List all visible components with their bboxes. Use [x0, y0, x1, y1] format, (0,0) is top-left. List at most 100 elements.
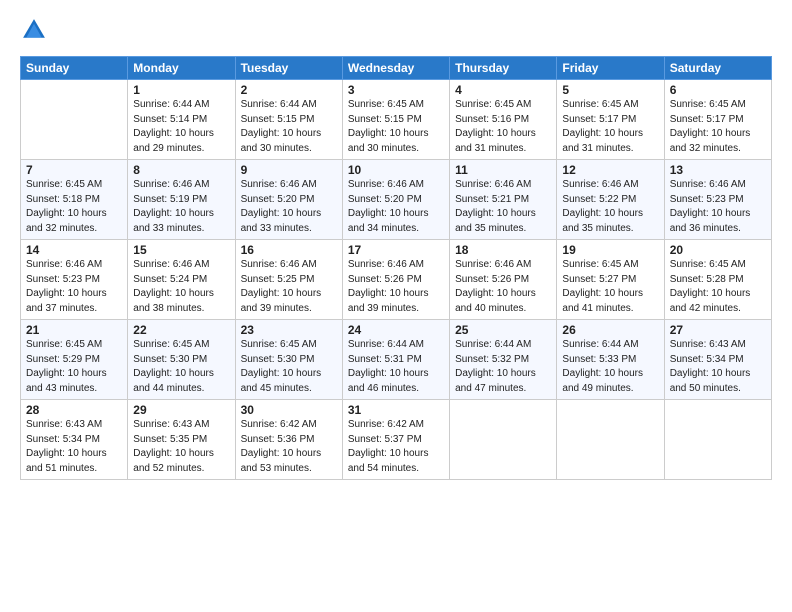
day-cell — [664, 400, 771, 480]
day-cell: 29Sunrise: 6:43 AMSunset: 5:35 PMDayligh… — [128, 400, 235, 480]
day-number: 24 — [348, 323, 444, 337]
day-cell: 11Sunrise: 6:46 AMSunset: 5:21 PMDayligh… — [450, 160, 557, 240]
day-info: Sunrise: 6:46 AMSunset: 5:24 PMDaylight:… — [133, 258, 229, 316]
day-number: 2 — [241, 83, 337, 97]
weekday-header-saturday: Saturday — [664, 57, 771, 80]
day-cell: 2Sunrise: 6:44 AMSunset: 5:15 PMDaylight… — [235, 80, 342, 160]
day-cell: 1Sunrise: 6:44 AMSunset: 5:14 PMDaylight… — [128, 80, 235, 160]
weekday-header-sunday: Sunday — [21, 57, 128, 80]
day-info: Sunrise: 6:43 AMSunset: 5:34 PMDaylight:… — [26, 418, 122, 476]
day-number: 23 — [241, 323, 337, 337]
day-cell — [21, 80, 128, 160]
logo-icon — [20, 16, 48, 44]
day-cell: 30Sunrise: 6:42 AMSunset: 5:36 PMDayligh… — [235, 400, 342, 480]
day-number: 25 — [455, 323, 551, 337]
day-cell — [450, 400, 557, 480]
day-number: 28 — [26, 403, 122, 417]
day-info: Sunrise: 6:46 AMSunset: 5:22 PMDaylight:… — [562, 178, 658, 236]
day-info: Sunrise: 6:45 AMSunset: 5:16 PMDaylight:… — [455, 98, 551, 156]
day-info: Sunrise: 6:45 AMSunset: 5:29 PMDaylight:… — [26, 338, 122, 396]
weekday-header-thursday: Thursday — [450, 57, 557, 80]
weekday-header-row: SundayMondayTuesdayWednesdayThursdayFrid… — [21, 57, 772, 80]
day-cell: 25Sunrise: 6:44 AMSunset: 5:32 PMDayligh… — [450, 320, 557, 400]
day-number: 5 — [562, 83, 658, 97]
day-info: Sunrise: 6:44 AMSunset: 5:32 PMDaylight:… — [455, 338, 551, 396]
day-cell: 12Sunrise: 6:46 AMSunset: 5:22 PMDayligh… — [557, 160, 664, 240]
day-cell: 24Sunrise: 6:44 AMSunset: 5:31 PMDayligh… — [342, 320, 449, 400]
day-cell: 20Sunrise: 6:45 AMSunset: 5:28 PMDayligh… — [664, 240, 771, 320]
day-number: 1 — [133, 83, 229, 97]
day-number: 18 — [455, 243, 551, 257]
day-number: 20 — [670, 243, 766, 257]
day-number: 15 — [133, 243, 229, 257]
day-number: 31 — [348, 403, 444, 417]
day-number: 13 — [670, 163, 766, 177]
day-info: Sunrise: 6:45 AMSunset: 5:30 PMDaylight:… — [133, 338, 229, 396]
day-cell: 3Sunrise: 6:45 AMSunset: 5:15 PMDaylight… — [342, 80, 449, 160]
header — [20, 16, 772, 44]
page: SundayMondayTuesdayWednesdayThursdayFrid… — [0, 0, 792, 612]
day-cell: 27Sunrise: 6:43 AMSunset: 5:34 PMDayligh… — [664, 320, 771, 400]
day-cell: 10Sunrise: 6:46 AMSunset: 5:20 PMDayligh… — [342, 160, 449, 240]
day-cell: 5Sunrise: 6:45 AMSunset: 5:17 PMDaylight… — [557, 80, 664, 160]
day-info: Sunrise: 6:46 AMSunset: 5:21 PMDaylight:… — [455, 178, 551, 236]
day-info: Sunrise: 6:45 AMSunset: 5:15 PMDaylight:… — [348, 98, 444, 156]
day-info: Sunrise: 6:46 AMSunset: 5:26 PMDaylight:… — [348, 258, 444, 316]
day-cell — [557, 400, 664, 480]
week-row-1: 1Sunrise: 6:44 AMSunset: 5:14 PMDaylight… — [21, 80, 772, 160]
day-cell: 15Sunrise: 6:46 AMSunset: 5:24 PMDayligh… — [128, 240, 235, 320]
day-cell: 18Sunrise: 6:46 AMSunset: 5:26 PMDayligh… — [450, 240, 557, 320]
day-cell: 26Sunrise: 6:44 AMSunset: 5:33 PMDayligh… — [557, 320, 664, 400]
day-cell: 9Sunrise: 6:46 AMSunset: 5:20 PMDaylight… — [235, 160, 342, 240]
day-info: Sunrise: 6:45 AMSunset: 5:28 PMDaylight:… — [670, 258, 766, 316]
day-info: Sunrise: 6:46 AMSunset: 5:26 PMDaylight:… — [455, 258, 551, 316]
day-number: 29 — [133, 403, 229, 417]
logo — [20, 16, 52, 44]
day-number: 4 — [455, 83, 551, 97]
day-cell: 7Sunrise: 6:45 AMSunset: 5:18 PMDaylight… — [21, 160, 128, 240]
calendar-table: SundayMondayTuesdayWednesdayThursdayFrid… — [20, 56, 772, 480]
weekday-header-tuesday: Tuesday — [235, 57, 342, 80]
day-info: Sunrise: 6:45 AMSunset: 5:27 PMDaylight:… — [562, 258, 658, 316]
day-cell: 31Sunrise: 6:42 AMSunset: 5:37 PMDayligh… — [342, 400, 449, 480]
day-cell: 16Sunrise: 6:46 AMSunset: 5:25 PMDayligh… — [235, 240, 342, 320]
day-number: 22 — [133, 323, 229, 337]
day-number: 9 — [241, 163, 337, 177]
day-number: 7 — [26, 163, 122, 177]
day-number: 16 — [241, 243, 337, 257]
day-number: 14 — [26, 243, 122, 257]
day-number: 11 — [455, 163, 551, 177]
day-info: Sunrise: 6:46 AMSunset: 5:23 PMDaylight:… — [26, 258, 122, 316]
day-cell: 19Sunrise: 6:45 AMSunset: 5:27 PMDayligh… — [557, 240, 664, 320]
day-cell: 8Sunrise: 6:46 AMSunset: 5:19 PMDaylight… — [128, 160, 235, 240]
week-row-4: 21Sunrise: 6:45 AMSunset: 5:29 PMDayligh… — [21, 320, 772, 400]
day-info: Sunrise: 6:42 AMSunset: 5:36 PMDaylight:… — [241, 418, 337, 476]
day-info: Sunrise: 6:46 AMSunset: 5:20 PMDaylight:… — [348, 178, 444, 236]
day-number: 12 — [562, 163, 658, 177]
day-cell: 21Sunrise: 6:45 AMSunset: 5:29 PMDayligh… — [21, 320, 128, 400]
week-row-2: 7Sunrise: 6:45 AMSunset: 5:18 PMDaylight… — [21, 160, 772, 240]
day-number: 8 — [133, 163, 229, 177]
day-number: 26 — [562, 323, 658, 337]
day-cell: 14Sunrise: 6:46 AMSunset: 5:23 PMDayligh… — [21, 240, 128, 320]
day-info: Sunrise: 6:46 AMSunset: 5:23 PMDaylight:… — [670, 178, 766, 236]
day-cell: 22Sunrise: 6:45 AMSunset: 5:30 PMDayligh… — [128, 320, 235, 400]
day-number: 19 — [562, 243, 658, 257]
day-info: Sunrise: 6:44 AMSunset: 5:15 PMDaylight:… — [241, 98, 337, 156]
day-number: 21 — [26, 323, 122, 337]
day-info: Sunrise: 6:44 AMSunset: 5:31 PMDaylight:… — [348, 338, 444, 396]
day-info: Sunrise: 6:46 AMSunset: 5:19 PMDaylight:… — [133, 178, 229, 236]
day-number: 30 — [241, 403, 337, 417]
day-info: Sunrise: 6:45 AMSunset: 5:30 PMDaylight:… — [241, 338, 337, 396]
day-cell: 23Sunrise: 6:45 AMSunset: 5:30 PMDayligh… — [235, 320, 342, 400]
day-info: Sunrise: 6:44 AMSunset: 5:33 PMDaylight:… — [562, 338, 658, 396]
weekday-header-monday: Monday — [128, 57, 235, 80]
day-cell: 13Sunrise: 6:46 AMSunset: 5:23 PMDayligh… — [664, 160, 771, 240]
day-number: 17 — [348, 243, 444, 257]
day-number: 6 — [670, 83, 766, 97]
week-row-5: 28Sunrise: 6:43 AMSunset: 5:34 PMDayligh… — [21, 400, 772, 480]
day-cell: 6Sunrise: 6:45 AMSunset: 5:17 PMDaylight… — [664, 80, 771, 160]
day-cell: 28Sunrise: 6:43 AMSunset: 5:34 PMDayligh… — [21, 400, 128, 480]
day-info: Sunrise: 6:44 AMSunset: 5:14 PMDaylight:… — [133, 98, 229, 156]
day-cell: 17Sunrise: 6:46 AMSunset: 5:26 PMDayligh… — [342, 240, 449, 320]
